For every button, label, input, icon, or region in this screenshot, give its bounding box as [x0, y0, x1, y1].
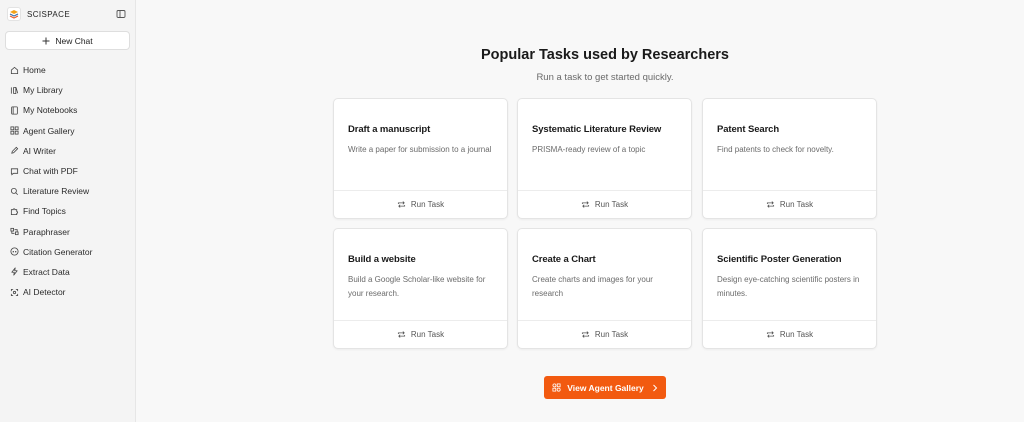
- task-description: Find patents to check for novelty.: [717, 145, 834, 154]
- sidebar-item-citation-generator[interactable]: Citation Generator: [0, 242, 136, 262]
- sidebar-item-label: Extract Data: [23, 266, 70, 277]
- chevron-right-icon: [652, 384, 658, 392]
- new-chat-label: New Chat: [55, 35, 93, 46]
- sidebar-item-label: Home: [23, 65, 46, 76]
- task-description: Design eye-catching scientific posters i…: [717, 275, 860, 298]
- sidebar-item-home[interactable]: Home: [0, 60, 136, 80]
- task-title: Patent Search: [717, 124, 780, 135]
- repeat-icon: [581, 330, 590, 339]
- library-icon: [9, 85, 19, 95]
- run-task-button[interactable]: Run Task: [334, 190, 507, 218]
- repeat-icon: [397, 330, 406, 339]
- sidebar-item-label: Chat with PDF: [23, 166, 78, 177]
- sidebar-item-label: My Notebooks: [23, 105, 78, 116]
- detector-icon: [9, 287, 19, 297]
- sidebar-item-paraphraser[interactable]: Paraphraser: [0, 222, 136, 242]
- task-title: Systematic Literature Review: [532, 124, 662, 135]
- task-card-patent-search[interactable]: Patent Search Find patents to check for …: [702, 98, 877, 219]
- run-task-label: Run Task: [779, 330, 814, 339]
- home-icon: [9, 65, 19, 75]
- sidebar-item-find-topics[interactable]: Find Topics: [0, 201, 136, 221]
- repeat-icon: [766, 200, 775, 209]
- quote-icon: [9, 247, 19, 257]
- notebook-icon: [9, 105, 19, 115]
- task-title: Scientific Poster Generation: [717, 254, 842, 265]
- sidebar-item-extract-data[interactable]: Extract Data: [0, 262, 136, 282]
- task-title: Build a website: [348, 254, 416, 265]
- sidebar-item-my-notebooks[interactable]: My Notebooks: [0, 100, 136, 120]
- run-task-button[interactable]: Run Task: [703, 320, 876, 348]
- puzzle-icon: [9, 206, 19, 216]
- sidebar: SCISPACE New Chat Home My Library My Not…: [0, 0, 136, 422]
- plus-icon: [42, 37, 50, 45]
- run-task-button[interactable]: Run Task: [334, 320, 507, 348]
- task-card-create-chart[interactable]: Create a Chart Create charts and images …: [517, 228, 692, 349]
- task-description: Create charts and images for your resear…: [532, 275, 653, 298]
- brand[interactable]: SCISPACE: [7, 6, 129, 22]
- sidebar-item-label: AI Writer: [23, 145, 56, 156]
- sidebar-item-label: My Library: [23, 85, 63, 96]
- sidebar-item-label: Agent Gallery: [23, 125, 75, 136]
- task-grid: Draft a manuscript Write a paper for sub…: [333, 98, 878, 350]
- view-agent-gallery-button[interactable]: View Agent Gallery: [544, 376, 666, 399]
- page-title: Popular Tasks used by Researchers: [481, 47, 729, 63]
- scispace-logo-icon: [7, 7, 21, 21]
- run-task-label: Run Task: [410, 330, 445, 339]
- run-task-label: Run Task: [410, 200, 445, 209]
- repeat-icon: [581, 200, 590, 209]
- run-task-button[interactable]: Run Task: [518, 320, 691, 348]
- chat-icon: [9, 166, 19, 176]
- sidebar-item-agent-gallery[interactable]: Agent Gallery: [0, 121, 136, 141]
- main-content: Popular Tasks used by Researchers Run a …: [137, 0, 1024, 422]
- task-card-systematic-literature-review[interactable]: Systematic Literature Review PRISMA-read…: [517, 98, 692, 219]
- sidebar-nav: Home My Library My Notebooks Agent Galle…: [0, 60, 136, 302]
- task-title: Create a Chart: [532, 254, 596, 265]
- task-description: Write a paper for submission to a journa…: [348, 145, 492, 154]
- task-card-scientific-poster-generation[interactable]: Scientific Poster Generation Design eye-…: [702, 228, 877, 349]
- sidebar-toggle-icon[interactable]: [115, 8, 126, 19]
- sidebar-item-ai-writer[interactable]: AI Writer: [0, 141, 136, 161]
- search-icon: [9, 186, 19, 196]
- run-task-label: Run Task: [594, 330, 629, 339]
- run-task-label: Run Task: [594, 200, 629, 209]
- run-task-label: Run Task: [779, 200, 814, 209]
- sidebar-item-label: AI Detector: [23, 287, 66, 298]
- sidebar-item-chat-with-pdf[interactable]: Chat with PDF: [0, 161, 136, 181]
- paraphrase-icon: [9, 227, 19, 237]
- view-agent-gallery-label: View Agent Gallery: [567, 382, 644, 393]
- task-description: Build a Google Scholar-like website for …: [348, 275, 486, 298]
- task-title: Draft a manuscript: [348, 124, 431, 135]
- bolt-icon: [9, 267, 19, 277]
- grid-icon: [9, 126, 19, 136]
- sidebar-item-my-library[interactable]: My Library: [0, 80, 136, 100]
- repeat-icon: [766, 330, 775, 339]
- sidebar-item-literature-review[interactable]: Literature Review: [0, 181, 136, 201]
- sidebar-item-label: Find Topics: [23, 206, 66, 217]
- task-card-draft-manuscript[interactable]: Draft a manuscript Write a paper for sub…: [333, 98, 508, 219]
- brand-name: SCISPACE: [27, 9, 71, 19]
- run-task-button[interactable]: Run Task: [703, 190, 876, 218]
- run-task-button[interactable]: Run Task: [518, 190, 691, 218]
- grid-icon: [552, 383, 561, 392]
- pen-icon: [9, 146, 19, 156]
- task-description: PRISMA-ready review of a topic: [532, 145, 646, 154]
- sidebar-item-label: Literature Review: [23, 186, 90, 197]
- page-subtitle: Run a task to get started quickly.: [536, 72, 674, 83]
- new-chat-button[interactable]: New Chat: [5, 31, 130, 50]
- sidebar-item-label: Citation Generator: [23, 246, 93, 257]
- task-card-build-website[interactable]: Build a website Build a Google Scholar-l…: [333, 228, 508, 349]
- sidebar-item-ai-detector[interactable]: AI Detector: [0, 282, 136, 302]
- repeat-icon: [397, 200, 406, 209]
- sidebar-item-label: Paraphraser: [23, 226, 70, 237]
